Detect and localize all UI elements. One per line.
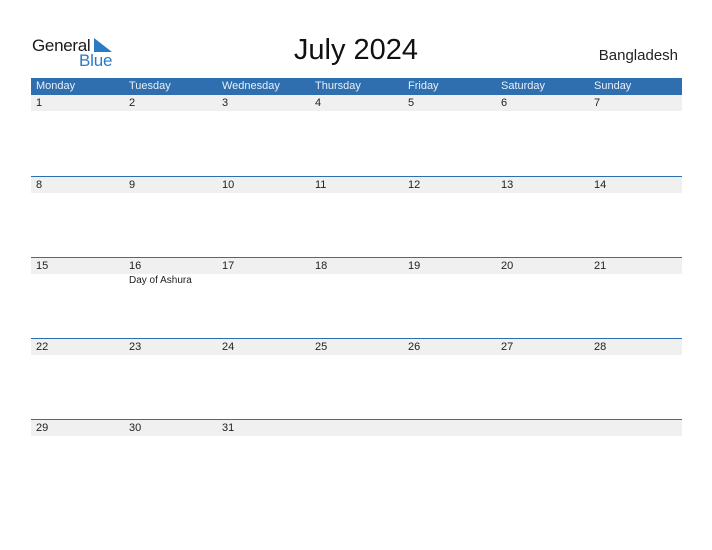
day-number: 18 [315,260,328,272]
day-number: 11 [315,179,327,191]
day-number: 25 [315,341,328,353]
week-row: 1 2 3 4 5 6 7 [31,95,682,176]
weekday-monday: Monday [36,80,76,92]
day-number: 5 [408,97,415,109]
day-number: 6 [501,97,508,109]
day-number: 1 [36,97,43,109]
day-number: 2 [129,97,136,109]
day-number: 27 [501,341,514,353]
day-number: 24 [222,341,235,353]
weekday-friday: Friday [408,80,439,92]
day-number: 15 [36,260,49,272]
day-number: 21 [594,260,607,272]
holiday-label [31,274,124,286]
holiday-label: Day of Ashura [129,275,192,286]
day-number: 13 [501,179,514,191]
day-number: 9 [129,179,136,191]
weekday-tuesday: Tuesday [129,80,171,92]
holiday-label [217,274,310,286]
weekday-wednesday: Wednesday [222,80,280,92]
week-row: 15 16 17 18 19 20 21 Day of Ashura [31,257,682,338]
day-number [403,420,496,436]
day-number: 4 [315,97,322,109]
day-number: 28 [594,341,607,353]
weekday-sunday: Sunday [594,80,632,92]
day-number: 12 [408,179,421,191]
day-number: 7 [594,97,601,109]
day-number: 23 [129,341,142,353]
day-number: 17 [222,260,235,272]
holiday-label [496,274,589,286]
day-number: 26 [408,341,421,353]
day-number: 19 [408,260,421,272]
country-label: Bangladesh [598,47,678,64]
day-number: 3 [222,97,229,109]
day-number [496,420,589,436]
day-number: 20 [501,260,514,272]
day-number: 22 [36,341,49,353]
week-row: 8 9 10 11 12 13 14 [31,176,682,257]
weekday-thursday: Thursday [315,80,361,92]
weekday-saturday: Saturday [501,80,546,92]
day-number [310,420,403,436]
day-number: 16 [129,260,142,272]
day-number: 14 [594,179,607,191]
holiday-label [310,274,403,286]
weekday-header: Monday Tuesday Wednesday Thursday Friday… [31,78,682,95]
day-number: 10 [222,179,235,191]
day-number: 8 [36,179,43,191]
day-number: 31 [222,422,235,434]
week-row: 22 23 24 25 26 27 28 [31,338,682,419]
holiday-label [403,274,496,286]
day-number: 29 [36,422,49,434]
day-number: 30 [129,422,142,434]
calendar-grid: Monday Tuesday Wednesday Thursday Friday… [31,78,682,500]
holiday-label [589,274,682,286]
week-row: 29 30 31 [31,419,682,500]
day-number [589,420,682,436]
